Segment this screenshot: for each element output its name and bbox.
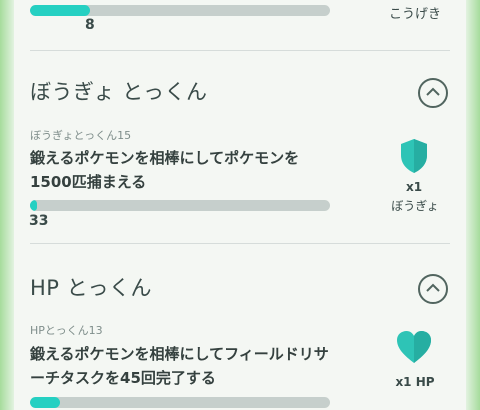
task-subtitle-defense: ぼうぎょとっくん15: [30, 129, 132, 142]
reward-name-defense: ぼうぎょ: [391, 199, 439, 213]
reward-name-top: こうげき: [388, 7, 441, 22]
progress-fill-hp: [30, 397, 60, 408]
progress-bar-hp: [30, 397, 330, 408]
divider-1: [30, 50, 450, 51]
progress-fill-defense: [30, 200, 37, 211]
progress-count-top: 8: [85, 17, 95, 33]
reward-qty-hp: x1 HP: [395, 375, 435, 389]
progress-fill-top: [30, 5, 90, 16]
heart-icon: [396, 330, 432, 368]
chevron-up-icon: [426, 283, 440, 292]
progress-bar-defense: [30, 200, 330, 211]
shield-icon: [399, 138, 429, 178]
section-title-hp: HP とっくん: [30, 276, 152, 300]
divider-2: [30, 243, 450, 244]
section-title-defense: ぼうぎょ とっくん: [30, 80, 208, 104]
chevron-up-icon: [426, 87, 440, 96]
collapse-button-hp[interactable]: [418, 274, 448, 304]
reward-qty-defense: x1: [405, 180, 423, 194]
task-subtitle-hp: HPとっくん13: [30, 324, 103, 337]
collapse-button-defense[interactable]: [418, 78, 448, 108]
progress-bar-top: [30, 5, 330, 16]
task-description-hp: 鍛えるポケモンを相棒にしてフィールドリサーチタスクを45回完了する: [30, 345, 329, 387]
progress-count-defense: 33: [29, 213, 49, 229]
task-description-defense: 鍛えるポケモンを相棒にしてポケモンを1500匹捕まえる: [30, 149, 300, 191]
